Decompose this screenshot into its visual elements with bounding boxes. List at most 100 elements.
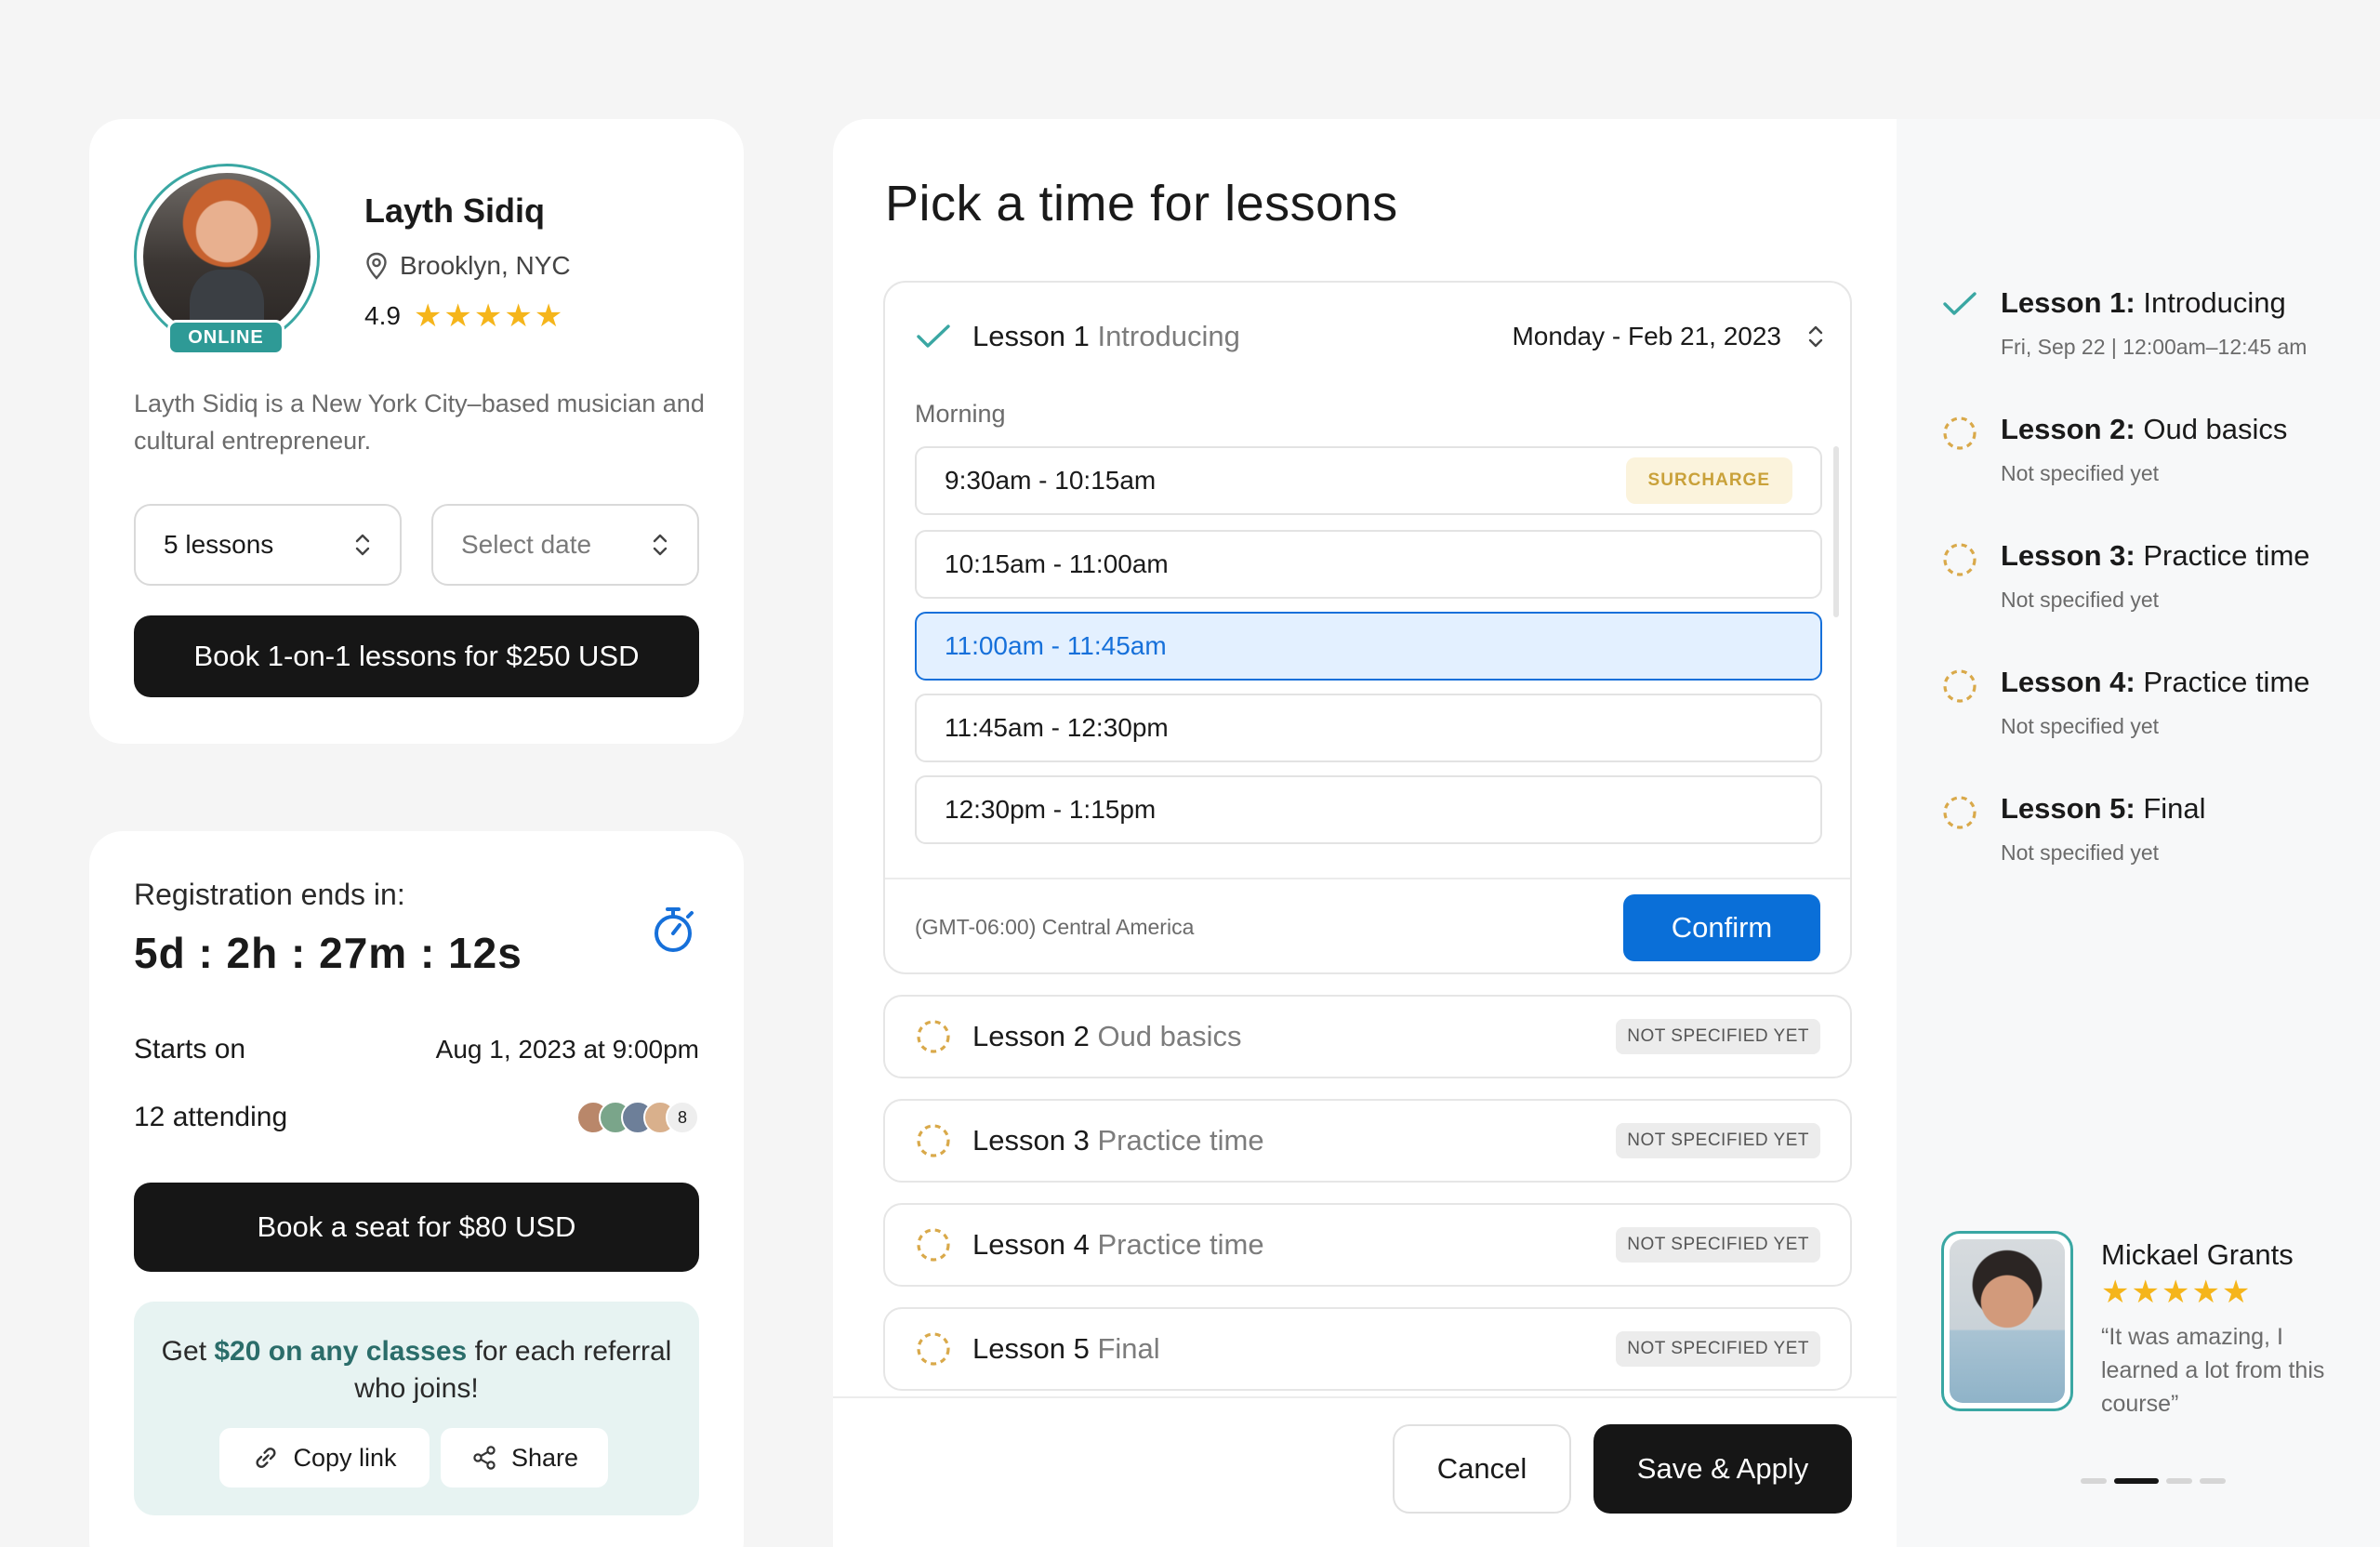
lesson-4-row[interactable]: Lesson 4 Practice time NOT SPECIFIED YET bbox=[883, 1203, 1852, 1287]
surcharge-badge: SURCHARGE bbox=[1625, 457, 1792, 504]
confirm-button[interactable]: Confirm bbox=[1623, 894, 1820, 961]
starts-on-value: Aug 1, 2023 at 9:00pm bbox=[435, 1035, 699, 1064]
profile-photo bbox=[143, 173, 311, 340]
summary-step-sub: Not specified yet bbox=[2001, 840, 2160, 865]
lesson-1-number: Lesson 1 bbox=[972, 320, 1090, 352]
lesson-scheduler-modal: Pick a time for lessons Lesson 1 Introdu… bbox=[833, 119, 1897, 1547]
chevron-updown-icon[interactable] bbox=[1805, 322, 1826, 351]
summary-step-label: Lesson 2: bbox=[2001, 413, 2135, 445]
lesson-1-footer: (GMT-06:00) Central America Confirm bbox=[885, 878, 1850, 972]
time-slot-label: 11:45am - 12:30pm bbox=[945, 713, 1169, 742]
pending-circle-icon bbox=[917, 1020, 950, 1053]
profile-bio: Layth Sidiq is a New York City–based mus… bbox=[134, 390, 705, 455]
date-select[interactable]: Select date bbox=[431, 504, 699, 586]
lesson-2-row[interactable]: Lesson 2 Oud basics NOT SPECIFIED YET bbox=[883, 995, 1852, 1078]
check-icon bbox=[1943, 292, 1977, 315]
pending-circle-icon bbox=[1943, 416, 1977, 450]
lesson-5-row[interactable]: Lesson 5 Final NOT SPECIFIED YET bbox=[883, 1307, 1852, 1391]
summary-step-label: Lesson 4: bbox=[2001, 666, 2135, 698]
summary-step-label: Lesson 1: bbox=[2001, 286, 2135, 319]
modal-title: Pick a time for lessons bbox=[885, 176, 1398, 231]
pagination-dot[interactable] bbox=[2200, 1478, 2226, 1484]
summary-step-title: Lesson 2: Oud basics bbox=[2001, 413, 2287, 446]
lesson-3-row[interactable]: Lesson 3 Practice time NOT SPECIFIED YET bbox=[883, 1099, 1852, 1183]
save-apply-button[interactable]: Save & Apply bbox=[1593, 1424, 1852, 1514]
summary-step-title: Lesson 5: Final bbox=[2001, 792, 2206, 826]
date-select-placeholder: Select date bbox=[461, 530, 592, 559]
lessons-count-value: 5 lessons bbox=[164, 530, 274, 559]
copy-link-button[interactable]: Copy link bbox=[219, 1428, 430, 1488]
chevron-updown-icon bbox=[653, 534, 668, 556]
lesson-1-panel: Lesson 1 Introducing Monday - Feb 21, 20… bbox=[883, 281, 1852, 974]
pagination-dot[interactable] bbox=[2081, 1478, 2107, 1484]
book-lessons-button[interactable]: Book 1-on-1 lessons for $250 USD bbox=[134, 615, 699, 697]
rating-value: 4.9 bbox=[364, 301, 401, 330]
lesson-3-title: Lesson 3 Practice time bbox=[972, 1124, 1264, 1157]
time-slot-selected[interactable]: 11:00am - 11:45am bbox=[915, 612, 1822, 681]
lessons-count-select[interactable]: 5 lessons bbox=[134, 504, 402, 586]
not-specified-badge: NOT SPECIFIED YET bbox=[1616, 1019, 1820, 1054]
profile-location: Brooklyn, NYC bbox=[364, 251, 571, 281]
pending-circle-icon bbox=[1943, 669, 1977, 703]
pending-circle-icon bbox=[1943, 796, 1977, 829]
time-slot-label: 11:00am - 11:45am bbox=[945, 631, 1167, 660]
time-slot-label: 9:30am - 10:15am bbox=[945, 466, 1157, 495]
pagination-dot[interactable] bbox=[2166, 1478, 2192, 1484]
summary-step-name: Oud basics bbox=[2143, 413, 2288, 445]
lesson-5-name: Final bbox=[1097, 1332, 1160, 1365]
lesson-2-name: Oud basics bbox=[1097, 1020, 1242, 1052]
cancel-button[interactable]: Cancel bbox=[1393, 1424, 1571, 1514]
check-icon bbox=[917, 324, 950, 348]
pending-circle-icon bbox=[1943, 543, 1977, 576]
time-slot-label: 12:30pm - 1:15pm bbox=[945, 795, 1157, 824]
time-slot[interactable]: 12:30pm - 1:15pm bbox=[915, 775, 1822, 844]
summary-step-name: Introducing bbox=[2143, 286, 2286, 319]
summary-step-label: Lesson 5: bbox=[2001, 792, 2135, 825]
summary-step-title: Lesson 4: Practice time bbox=[2001, 666, 2310, 699]
lesson-5-title: Lesson 5 Final bbox=[972, 1332, 1160, 1366]
link-icon bbox=[256, 1448, 276, 1468]
attendee-avatars[interactable]: 8 bbox=[576, 1101, 699, 1134]
book-seat-button[interactable]: Book a seat for $80 USD bbox=[134, 1183, 699, 1272]
time-slot-label: 10:15am - 11:00am bbox=[945, 549, 1169, 578]
attendee-more-count: 8 bbox=[666, 1101, 699, 1134]
copy-link-label: Copy link bbox=[293, 1443, 397, 1472]
lesson-1-header[interactable]: Lesson 1 Introducing Monday - Feb 21, 20… bbox=[915, 320, 1826, 353]
lesson-4-number: Lesson 4 bbox=[972, 1228, 1090, 1261]
timezone-label[interactable]: (GMT-06:00) Central America bbox=[915, 915, 1194, 940]
lesson-3-name: Practice time bbox=[1097, 1124, 1264, 1157]
summary-step-name: Practice time bbox=[2143, 539, 2310, 572]
lesson-4-title: Lesson 4 Practice time bbox=[972, 1228, 1264, 1262]
lesson-2-title: Lesson 2 Oud basics bbox=[972, 1020, 1242, 1053]
pagination-dot-active[interactable] bbox=[2114, 1478, 2159, 1484]
review-quote: “It was amazing, I learned a lot from th… bbox=[2101, 1324, 2325, 1417]
referral-box: Get $20 on any classes for each referral… bbox=[134, 1302, 699, 1515]
time-slot[interactable]: 11:45am - 12:30pm bbox=[915, 694, 1822, 762]
share-icon bbox=[473, 1446, 496, 1470]
lesson-summary-sidebar: Lesson 1: Introducing Fri, Sep 22 | 12:0… bbox=[1897, 119, 2380, 1547]
registration-label: Registration ends in: bbox=[134, 878, 405, 911]
summary-step-sub: Not specified yet bbox=[2001, 588, 2160, 612]
slot-list-scrollbar[interactable] bbox=[1833, 446, 1839, 617]
pending-circle-icon bbox=[917, 1228, 950, 1262]
time-slot[interactable]: 10:15am - 11:00am bbox=[915, 530, 1822, 599]
referral-text-pre: Get bbox=[161, 1336, 215, 1367]
lesson-1-name: Introducing bbox=[1097, 320, 1240, 352]
online-badge: ONLINE bbox=[167, 320, 284, 355]
summary-step-title: Lesson 3: Practice time bbox=[2001, 539, 2310, 573]
pending-circle-icon bbox=[917, 1332, 950, 1366]
attending-row: 12 attending 8 bbox=[134, 1101, 699, 1134]
lesson-2-number: Lesson 2 bbox=[972, 1020, 1090, 1052]
starts-on-row: Starts on Aug 1, 2023 at 9:00pm bbox=[134, 1034, 699, 1065]
reviewer-stars: ★★★★★ bbox=[2101, 1275, 2253, 1310]
share-button[interactable]: Share bbox=[441, 1428, 608, 1488]
lesson-1-date[interactable]: Monday - Feb 21, 2023 bbox=[1512, 322, 1781, 351]
profile-rating: 4.9 ★★★★★ bbox=[364, 298, 564, 335]
lesson-3-number: Lesson 3 bbox=[972, 1124, 1090, 1157]
time-slot[interactable]: 9:30am - 10:15am SURCHARGE bbox=[915, 446, 1822, 515]
location-pin-icon bbox=[366, 252, 387, 280]
morning-label: Morning bbox=[915, 400, 1006, 428]
location-text: Brooklyn, NYC bbox=[400, 251, 571, 280]
modal-footer: Cancel Save & Apply bbox=[833, 1396, 1897, 1547]
summary-step-sub: Not specified yet bbox=[2001, 714, 2160, 738]
